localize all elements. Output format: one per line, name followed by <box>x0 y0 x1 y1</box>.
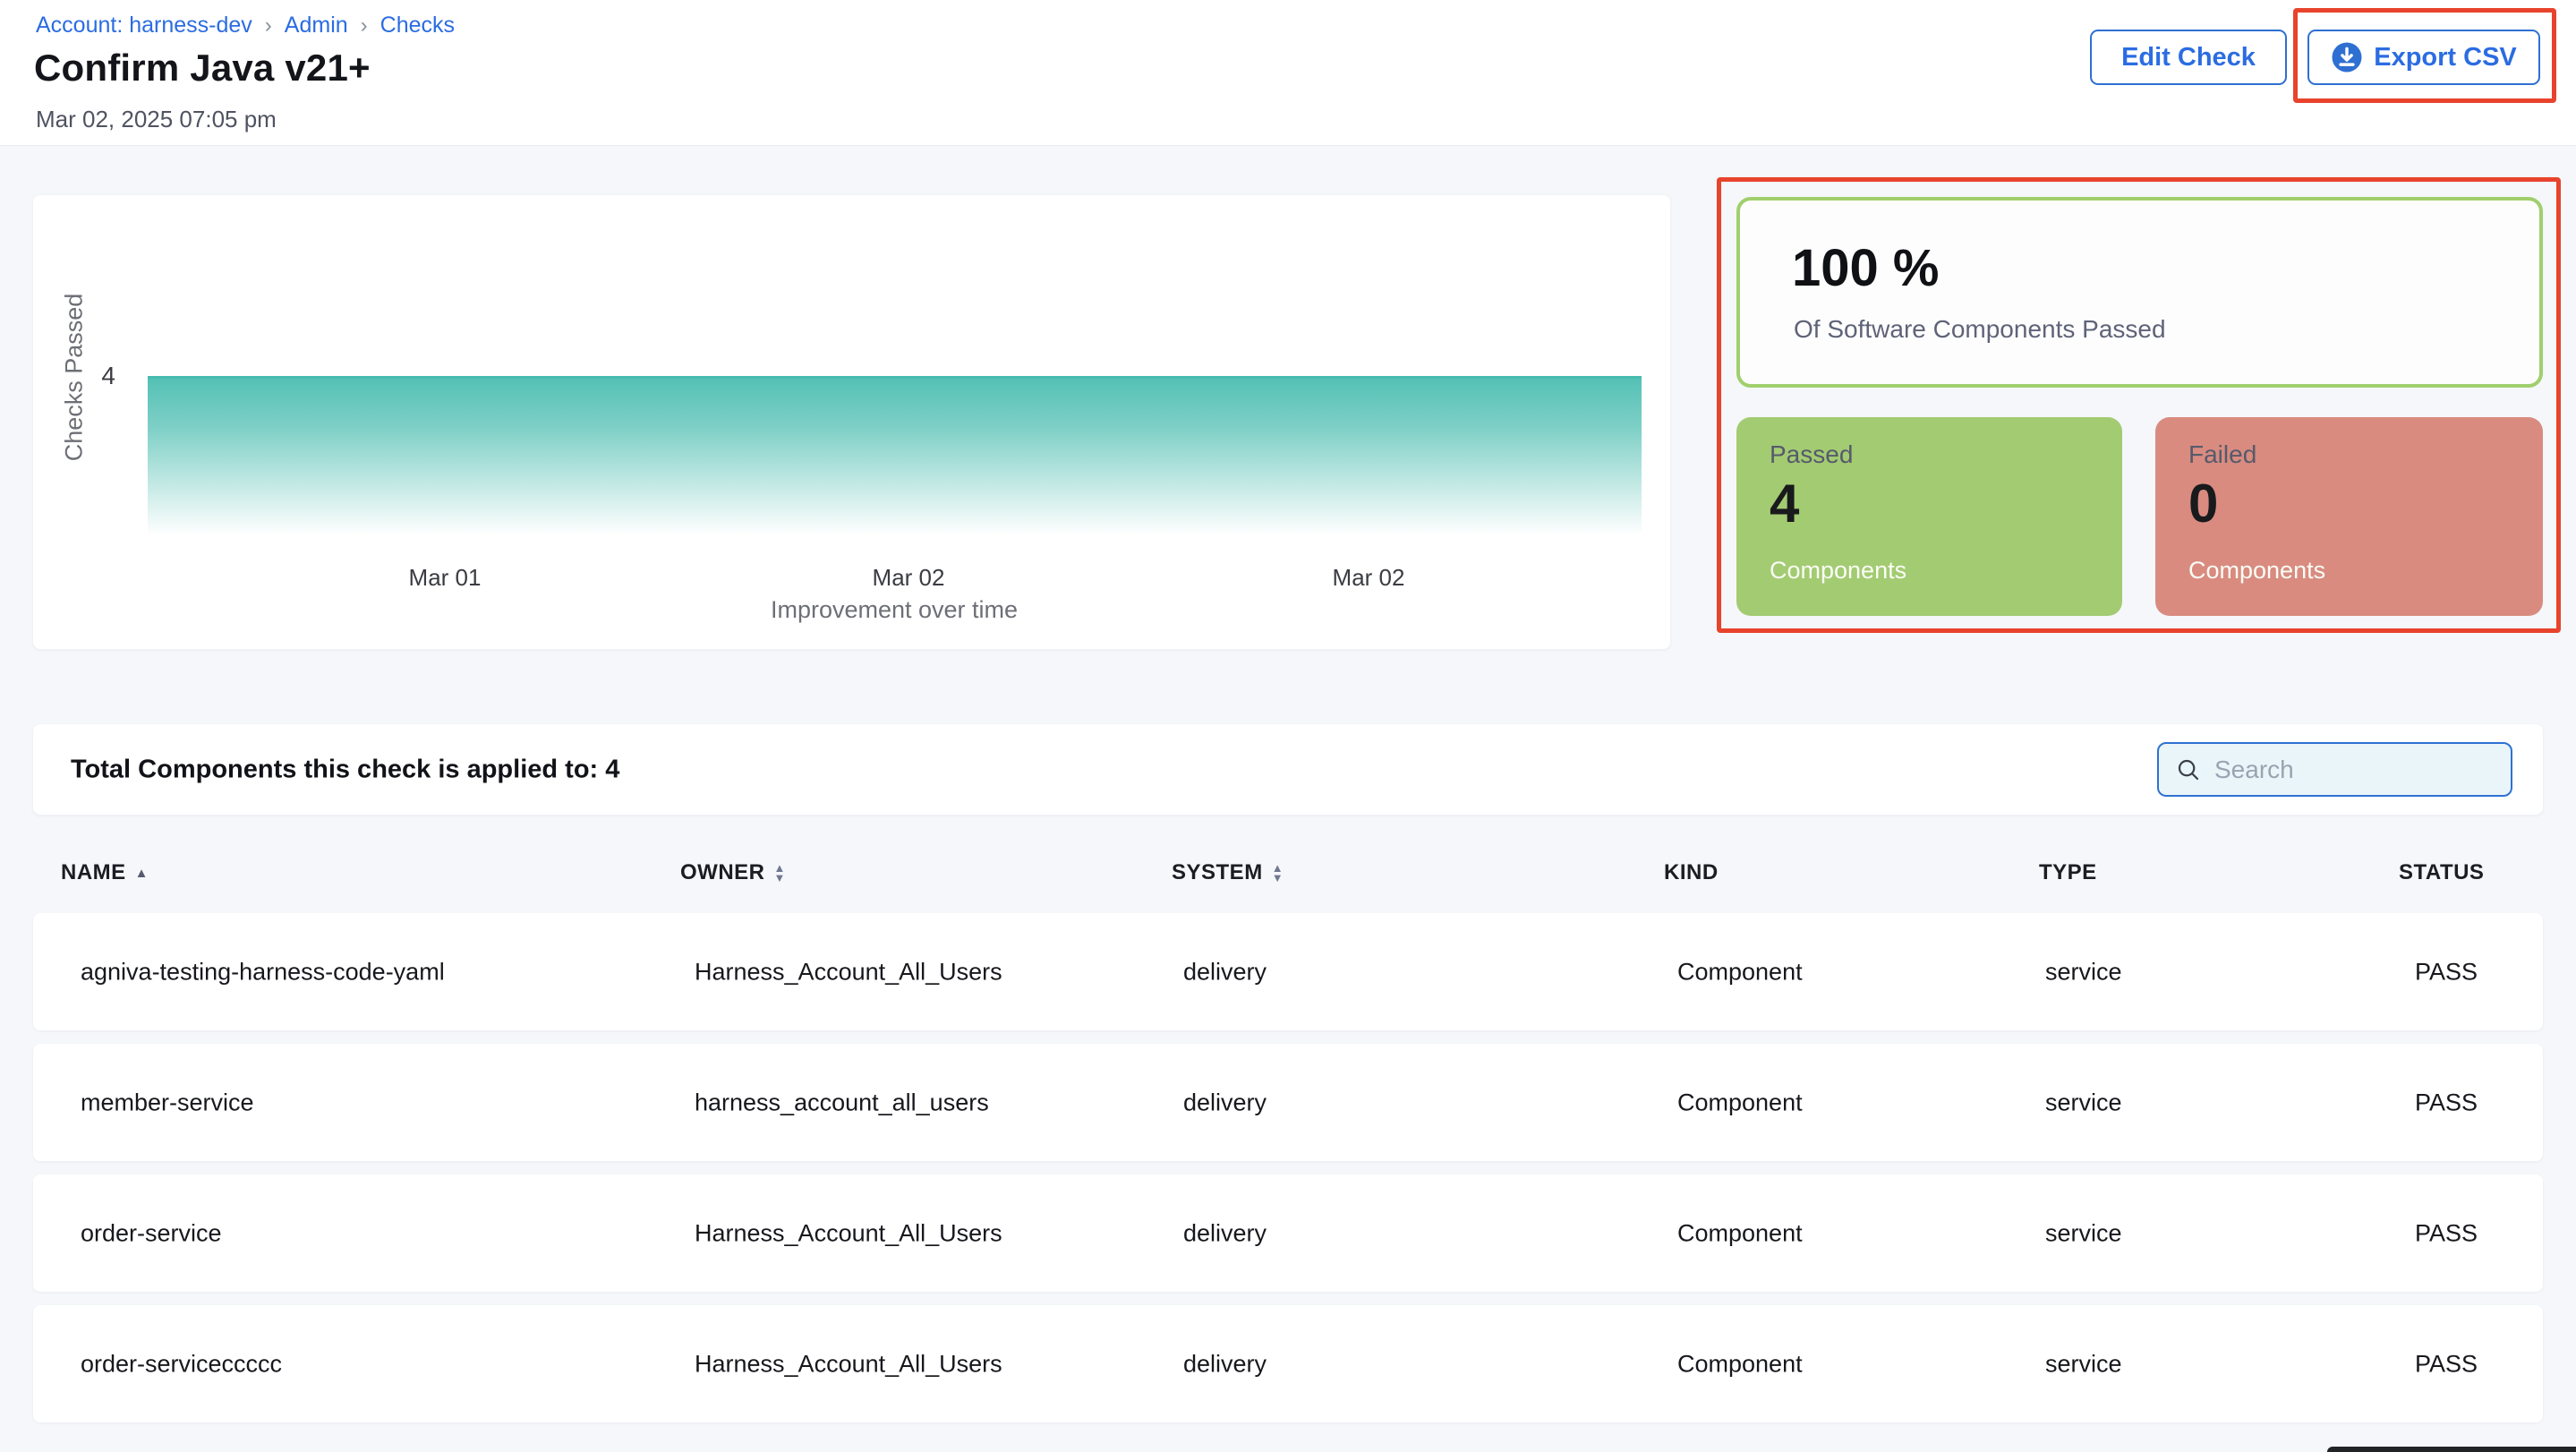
chart-x-tick: Mar 02 <box>1333 564 1405 592</box>
column-header-status: STATUS <box>2399 860 2484 885</box>
sort-both-icon: ▲▼ <box>1272 863 1284 883</box>
percent-passed-card: 100 % Of Software Components Passed <box>1736 197 2543 388</box>
passed-components-card: Passed 4 Components <box>1736 417 2122 616</box>
column-label: SYSTEM <box>1172 860 1263 885</box>
sort-asc-icon: ▲ <box>135 867 149 880</box>
cell-name: member-service <box>81 1089 254 1116</box>
cell-name: order-serviceccccc <box>81 1350 282 1378</box>
breadcrumb-admin-link[interactable]: Admin <box>285 13 348 38</box>
passed-label: Passed <box>1770 440 1853 469</box>
column-label: OWNER <box>680 860 765 885</box>
status-badge: PASS <box>2415 958 2478 986</box>
search-input[interactable] <box>2214 756 2538 784</box>
passed-unit: Components <box>1770 557 1906 585</box>
table-row[interactable]: order-serviceccccc Harness_Account_All_U… <box>33 1305 2543 1422</box>
area-series-checks-passed <box>148 376 1642 535</box>
breadcrumb-checks-link[interactable]: Checks <box>380 13 455 38</box>
search-icon <box>2175 756 2202 783</box>
total-components-text: Total Components this check is applied t… <box>71 755 619 784</box>
table-row[interactable]: agniva-testing-harness-code-yaml Harness… <box>33 913 2543 1030</box>
column-label: KIND <box>1664 860 1719 885</box>
checks-detail-page: Account: harness-dev › Admin › Checks Co… <box>0 0 2576 1452</box>
total-components-card: Total Components this check is applied t… <box>33 724 2543 815</box>
cell-name: agniva-testing-harness-code-yaml <box>81 958 445 986</box>
cell-type: service <box>2045 1350 2122 1378</box>
sort-both-icon: ▲▼ <box>774 863 786 883</box>
chart-y-tick: 4 <box>80 362 115 390</box>
edit-check-button[interactable]: Edit Check <box>2090 30 2287 85</box>
failed-unit: Components <box>2188 557 2325 585</box>
column-label: TYPE <box>2039 860 2097 885</box>
red-annotation-box-export <box>2293 8 2556 103</box>
column-label: STATUS <box>2399 860 2484 885</box>
failed-components-card: Failed 0 Components <box>2155 417 2543 616</box>
cell-kind: Component <box>1677 958 1803 986</box>
chart-x-tick: Mar 01 <box>409 564 482 592</box>
percent-passed-caption: Of Software Components Passed <box>1794 315 2166 344</box>
page-header: Account: harness-dev › Admin › Checks Co… <box>0 0 2576 146</box>
column-header-type: TYPE <box>2039 860 2097 885</box>
column-header-name[interactable]: NAME ▲ <box>61 860 149 885</box>
cell-system: delivery <box>1183 1350 1267 1378</box>
checks-passed-chart-card: Checks Passed 4 Mar 01 Mar 02 Mar 02 Imp… <box>33 195 1670 649</box>
chart-x-axis-title: Improvement over time <box>771 596 1018 624</box>
percent-passed-value: 100 % <box>1792 238 1939 298</box>
passed-count: 4 <box>1770 473 1799 534</box>
cell-kind: Component <box>1677 1219 1803 1247</box>
cell-owner: Harness_Account_All_Users <box>695 1350 1002 1378</box>
column-header-owner[interactable]: OWNER ▲▼ <box>680 860 786 885</box>
cell-system: delivery <box>1183 1219 1267 1247</box>
chart-x-tick: Mar 02 <box>873 564 945 592</box>
column-header-kind: KIND <box>1664 860 1719 885</box>
cell-type: service <box>2045 958 2122 986</box>
edit-check-label: Edit Check <box>2121 43 2256 73</box>
status-badge: PASS <box>2415 1089 2478 1116</box>
status-badge: PASS <box>2415 1219 2478 1247</box>
table-header-row: NAME ▲ OWNER ▲▼ SYSTEM ▲▼ KIND TYPE STAT… <box>33 847 2543 899</box>
check-timestamp: Mar 02, 2025 07:05 pm <box>36 106 277 133</box>
chevron-right-icon: › <box>265 13 272 38</box>
column-label: NAME <box>61 860 126 885</box>
cell-type: service <box>2045 1219 2122 1247</box>
table-row[interactable]: order-service Harness_Account_All_Users … <box>33 1174 2543 1292</box>
chevron-right-icon: › <box>361 13 368 38</box>
table-row[interactable]: member-service harness_account_all_users… <box>33 1044 2543 1161</box>
column-header-system[interactable]: SYSTEM ▲▼ <box>1172 860 1284 885</box>
failed-label: Failed <box>2188 440 2256 469</box>
cell-owner: Harness_Account_All_Users <box>695 1219 1002 1247</box>
breadcrumb-account-link[interactable]: Account: harness-dev <box>36 13 252 38</box>
status-badge: PASS <box>2415 1350 2478 1378</box>
cell-system: delivery <box>1183 1089 1267 1116</box>
search-box[interactable] <box>2157 742 2512 797</box>
failed-count: 0 <box>2188 473 2218 534</box>
cell-kind: Component <box>1677 1089 1803 1116</box>
cell-kind: Component <box>1677 1350 1803 1378</box>
cell-owner: harness_account_all_users <box>695 1089 989 1116</box>
cell-type: service <box>2045 1089 2122 1116</box>
bottom-toast-edge <box>2327 1447 2576 1452</box>
cell-owner: Harness_Account_All_Users <box>695 958 1002 986</box>
cell-name: order-service <box>81 1219 222 1247</box>
breadcrumb: Account: harness-dev › Admin › Checks <box>36 13 455 38</box>
cell-system: delivery <box>1183 958 1267 986</box>
page-title: Confirm Java v21+ <box>34 47 371 90</box>
